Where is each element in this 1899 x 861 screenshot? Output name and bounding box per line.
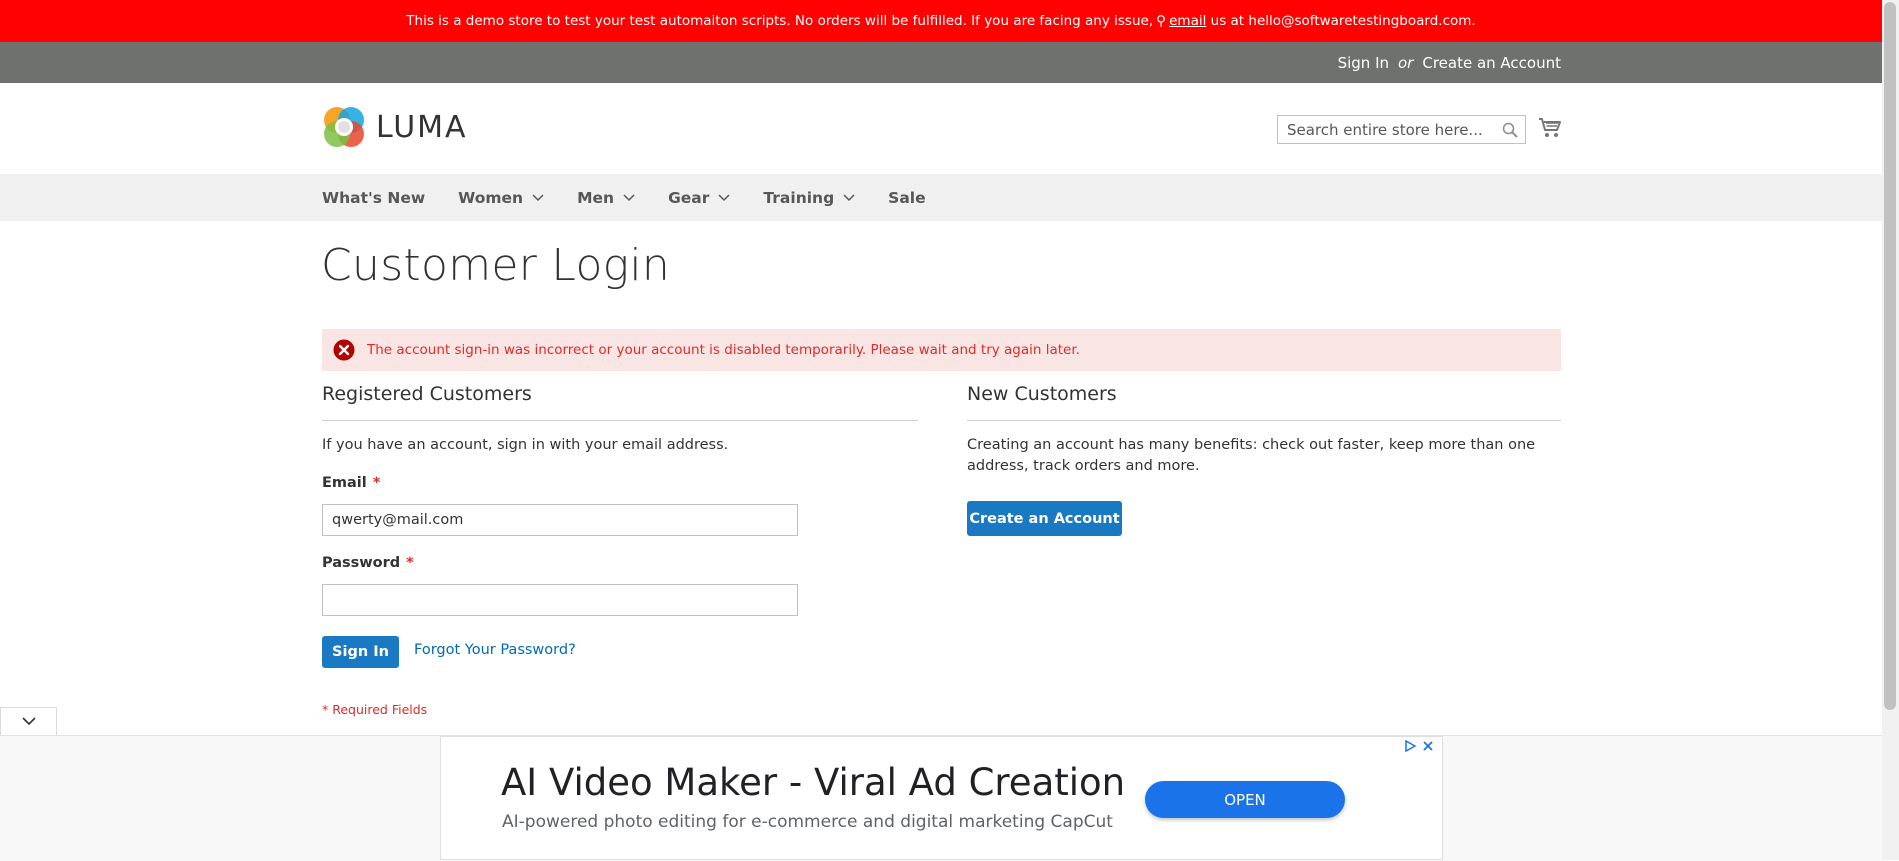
new-customers-divider	[967, 420, 1561, 421]
sign-in-button[interactable]: Sign In	[322, 636, 399, 668]
ad-subtitle: AI-powered photo editing for e-commerce …	[502, 812, 1113, 832]
error-message-text: The account sign-in was incorrect or you…	[367, 342, 1080, 358]
email-field[interactable]: qwerty@mail.com	[322, 504, 798, 536]
password-label-text: Password	[322, 555, 401, 571]
ad-card[interactable]: AI Video Maker - Viral Ad Creation AI-po…	[440, 736, 1443, 860]
error-message: The account sign-in was incorrect or you…	[322, 329, 1561, 371]
ad-title: AI Video Maker - Viral Ad Creation	[501, 761, 1126, 804]
scrollbar-thumb[interactable]	[1884, 2, 1896, 710]
ad-choices[interactable]	[1404, 740, 1434, 752]
nav-item-label: Women	[458, 188, 524, 207]
chevron-down-icon	[21, 717, 36, 726]
key-icon: ⚲	[1156, 13, 1167, 29]
nav-item-label: Men	[577, 188, 615, 207]
nav-item-women[interactable]: Women	[458, 189, 544, 207]
chevron-down-icon	[623, 193, 635, 201]
required-asterisk: *	[406, 555, 414, 571]
demo-notice-text-after: us at hello@softwaretestingboard.com.	[1210, 13, 1476, 29]
close-icon[interactable]	[1422, 740, 1434, 752]
demo-notice-bar: This is a demo store to test your test a…	[0, 0, 1882, 42]
chevron-down-icon	[532, 193, 544, 201]
create-account-link[interactable]: Create an Account	[1422, 54, 1561, 72]
new-customers-text: Creating an account has many benefits: c…	[967, 437, 1536, 474]
demo-notice-text: This is a demo store to test your test a…	[406, 13, 1154, 29]
required-asterisk: *	[372, 475, 381, 491]
header-link-separator: or	[1398, 53, 1414, 72]
create-account-button[interactable]: Create an Account	[967, 501, 1122, 536]
luma-logo[interactable]: LUMA	[322, 104, 468, 150]
ad-open-button[interactable]: OPEN	[1145, 781, 1345, 818]
error-circle-x-icon	[333, 339, 355, 361]
chevron-down-icon	[843, 193, 855, 201]
sign-in-link[interactable]: Sign In	[1338, 54, 1389, 72]
demo-email-link[interactable]: email	[1169, 13, 1206, 29]
new-customers-title: New Customers	[967, 383, 1117, 405]
registered-divider	[322, 420, 918, 421]
search-icon[interactable]	[1502, 122, 1518, 138]
search-box	[1277, 115, 1526, 144]
header-panel: Sign In or Create an Account	[0, 42, 1882, 83]
page-title: Customer Login	[321, 240, 671, 291]
nav-item-label: Training	[763, 188, 835, 207]
logo-text: LUMA	[376, 109, 468, 145]
forgot-password-link[interactable]: Forgot Your Password?	[414, 642, 576, 658]
required-fields-note: * Required Fields	[322, 702, 428, 717]
luma-logo-icon	[324, 107, 364, 147]
email-label: Email *	[322, 475, 380, 491]
nav-item-men[interactable]: Men	[577, 189, 635, 207]
nav-item-label: Gear	[668, 188, 710, 207]
nav-item-label: What's New	[322, 188, 426, 207]
search-input[interactable]	[1278, 116, 1492, 143]
nav-item-gear[interactable]: Gear	[668, 189, 730, 207]
password-field[interactable]	[322, 584, 798, 616]
ad-choices-icon[interactable]	[1404, 740, 1416, 752]
ad-collapse-toggle[interactable]	[0, 707, 57, 735]
shopping-cart-icon[interactable]	[1538, 116, 1562, 140]
email-label-text: Email	[322, 475, 367, 491]
nav-item-label: Sale	[888, 188, 926, 207]
nav-item-training[interactable]: Training	[763, 189, 855, 207]
password-label: Password *	[322, 555, 414, 571]
email-field-value: qwerty@mail.com	[332, 512, 464, 528]
main-navigation: What's New Women Men Gear Training Sale	[0, 174, 1882, 221]
registered-customers-title: Registered Customers	[322, 383, 532, 405]
chevron-down-icon	[718, 193, 730, 201]
nav-item-sale[interactable]: Sale	[888, 189, 925, 207]
nav-item-what-s-new[interactable]: What's New	[322, 189, 425, 207]
registered-intro: If you have an account, sign in with you…	[322, 437, 729, 453]
